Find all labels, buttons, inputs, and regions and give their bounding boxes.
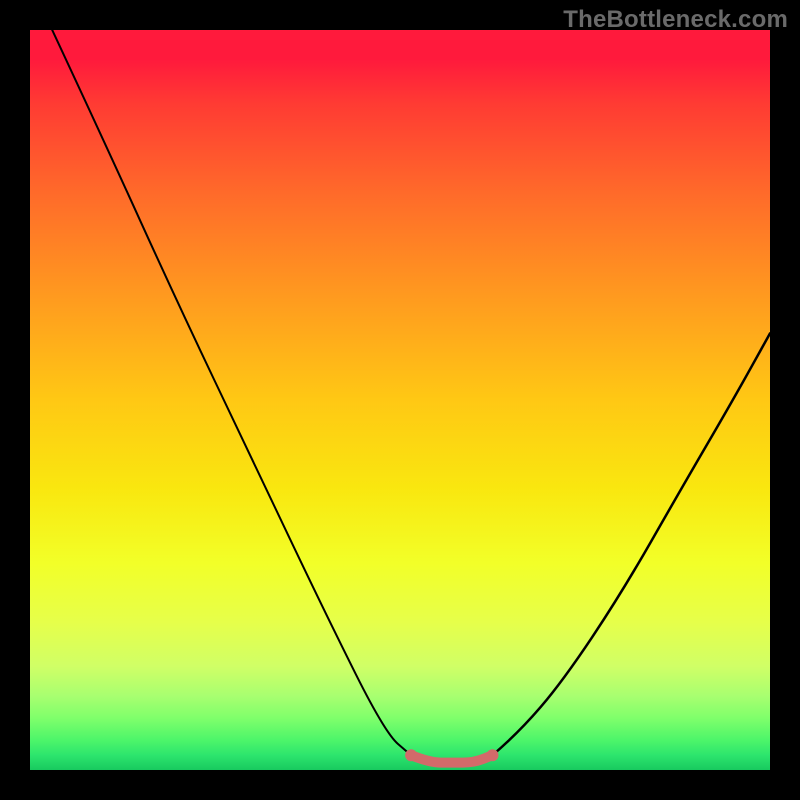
- curve-left-curve: [52, 30, 411, 755]
- highlight-endpoint-left: [405, 749, 417, 761]
- curve-layer: [30, 30, 770, 770]
- plot-area: [30, 30, 770, 770]
- highlight-endpoint-right: [487, 749, 499, 761]
- curve-right-curve: [493, 333, 771, 755]
- highlight-bottleneck-range: [411, 755, 492, 762]
- chart-frame: TheBottleneck.com: [0, 0, 800, 800]
- watermark-text: TheBottleneck.com: [563, 6, 788, 34]
